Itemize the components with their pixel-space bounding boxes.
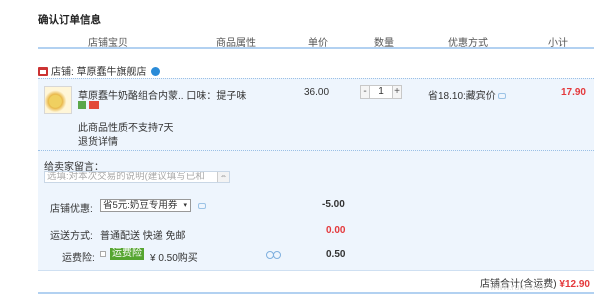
quantity-stepper: - 1 + (360, 85, 402, 99)
bottom-divider (38, 292, 594, 294)
column-quantity: 数量 (374, 38, 394, 49)
coupon-selected: 省5元:奶豆专用券 (103, 200, 178, 211)
column-shop-item: 店铺宝贝 (88, 38, 128, 49)
column-attributes: 商品属性 (216, 38, 256, 49)
coupon-select[interactable]: 省5元:奶豆专用券 ▾ (100, 199, 191, 212)
product-thumbnail[interactable] (44, 86, 72, 114)
discount-text: 省18.10:藏宾价 (428, 91, 496, 102)
message-placeholder: 选填:对本次交易的说明(建议填写已和 (47, 171, 205, 182)
quantity-input[interactable]: 1 (370, 85, 392, 99)
return-details-link[interactable]: 退货详情 (78, 133, 118, 148)
shipping-label: 运送方式: (50, 231, 93, 242)
insurance-amount: 0.50 (326, 249, 346, 260)
insurance-tag: 运费险 (110, 248, 144, 260)
chat-icon[interactable] (497, 93, 506, 99)
product-title[interactable]: 草原蠢牛奶酪组合内蒙.. 口味：提子味 (78, 87, 246, 102)
increase-button[interactable]: + (392, 85, 402, 99)
shipping-amount: 0.00 (326, 225, 346, 236)
shipping-value: 普通配送 快递 免邮 (100, 231, 186, 242)
insurance-checkbox[interactable] (100, 251, 106, 257)
coupon-amount: -5.00 (322, 199, 345, 210)
divider (38, 270, 594, 271)
decrease-button[interactable]: - (360, 85, 370, 99)
column-discount: 优惠方式 (448, 38, 488, 49)
message-input[interactable]: 选填:对本次交易的说明(建议填写已和 ⇔ (44, 171, 230, 183)
verified-icon (150, 67, 160, 76)
insurance-info-icon[interactable] (266, 251, 281, 259)
watermark: www.rulo.com (490, 282, 547, 292)
return-policy-note: 此商品性质不支持7天 (78, 123, 174, 134)
column-header: 店铺宝贝 商品属性 单价 数量 优惠方式 小计 (38, 33, 594, 49)
column-unit-price: 单价 (308, 38, 328, 49)
credit-card-icon (89, 101, 99, 109)
unit-price: 36.00 (304, 87, 330, 98)
order-options: 给卖家留言： 选填:对本次交易的说明(建议填写已和 ⇔ 店铺优惠: 省5元:奶豆… (38, 150, 594, 270)
chevron-down-icon: ▾ (183, 202, 187, 209)
shop-row: 店铺: 草原蠢牛旗舰店 (38, 63, 160, 78)
item-subtotal: 17.90 (560, 87, 586, 98)
discount-info: 省18.10:藏宾价 (428, 87, 506, 102)
page-title: 确认订单信息 (38, 14, 101, 26)
shop-total-amount: ¥12.90 (559, 279, 590, 290)
order-item: 草原蠢牛奶酪组合内蒙.. 口味：提子味 此商品性质不支持7天 退货详情 36.0… (38, 78, 594, 150)
insurance-label: 运费险: (62, 253, 95, 264)
shop-icon (38, 67, 48, 76)
resize-icon[interactable]: ⇔ (217, 172, 229, 182)
shop-name-link[interactable]: 店铺: 草原蠢牛旗舰店 (51, 67, 147, 78)
column-subtotal: 小计 (548, 38, 568, 49)
guarantee-icon (78, 101, 86, 109)
coupon-label: 店铺优惠: (50, 204, 93, 215)
coupon-chat-icon[interactable] (198, 203, 206, 209)
insurance-price: ¥ 0.50购买 (150, 253, 198, 264)
